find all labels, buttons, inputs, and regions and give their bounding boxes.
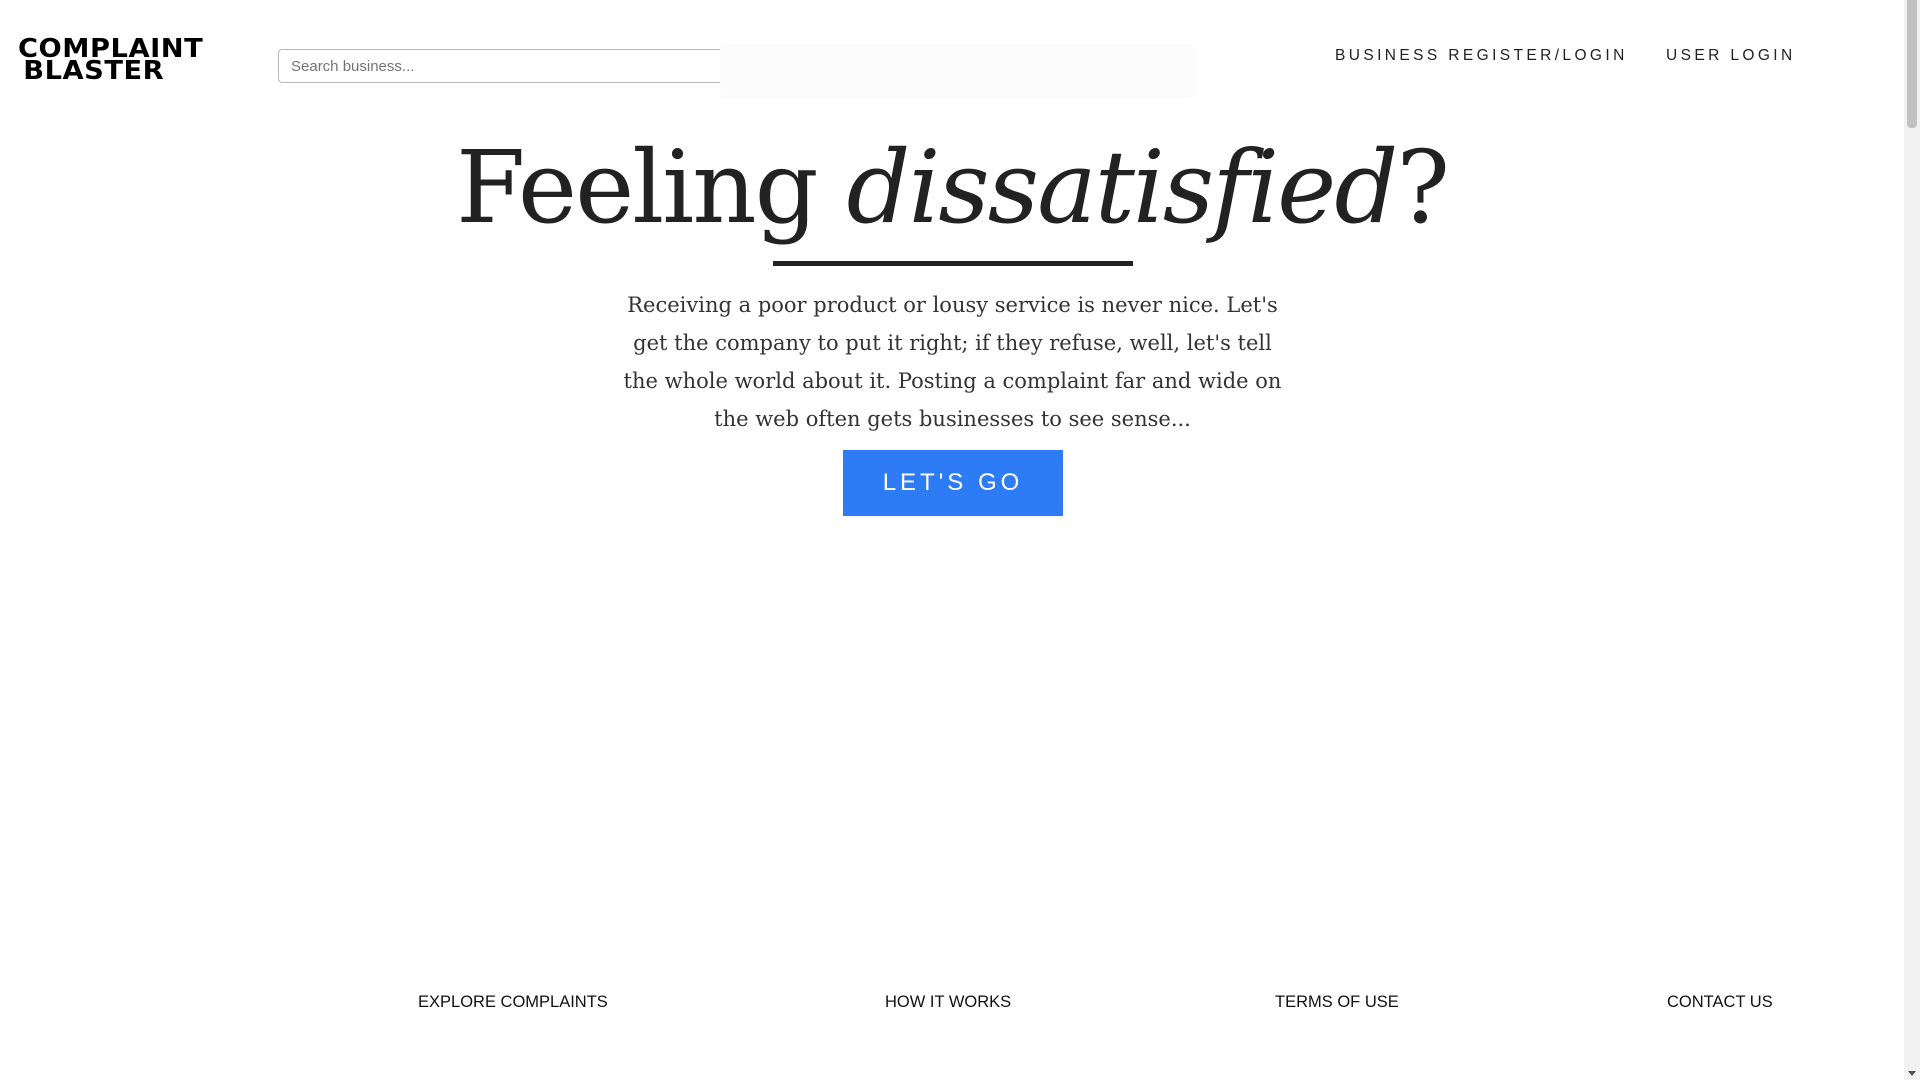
hero-underline (773, 261, 1133, 266)
hero-title-emphasis: dissatisfied (846, 129, 1398, 246)
user-login-link[interactable]: USER LOGIN (1666, 47, 1796, 65)
footer-link-how-it-works[interactable]: HOW IT WORKS (885, 993, 1011, 1012)
hero-title: Feeling dissatisfied? (0, 128, 1904, 248)
chevron-down-icon[interactable] (1908, 1071, 1916, 1076)
hero-title-plain: Feeling (455, 129, 847, 246)
lets-go-button[interactable]: LET'S GO (843, 450, 1063, 516)
decorative-background-bar (720, 44, 1195, 98)
vertical-scrollbar[interactable] (1904, 0, 1920, 1080)
footer-link-explore-complaints[interactable]: EXPLORE COMPLAINTS (418, 993, 608, 1012)
footer-link-contact-us[interactable]: CONTACT US (1667, 993, 1773, 1012)
business-register-login-link[interactable]: BUSINESS REGISTER/LOGIN (1335, 47, 1628, 65)
logo-line-blaster: BLASTER (23, 56, 165, 86)
landing-page: COMPLAINT BLASTER BUSINESS REGISTER/LOGI… (0, 0, 1904, 1080)
site-logo[interactable]: COMPLAINT BLASTER (18, 36, 203, 84)
hero-title-end: ? (1396, 129, 1450, 246)
scrollbar-thumb[interactable] (1907, 0, 1917, 128)
hero-description: Receiving a poor product or lousy servic… (623, 293, 1282, 431)
footer-link-terms-of-use[interactable]: TERMS OF USE (1275, 993, 1399, 1012)
